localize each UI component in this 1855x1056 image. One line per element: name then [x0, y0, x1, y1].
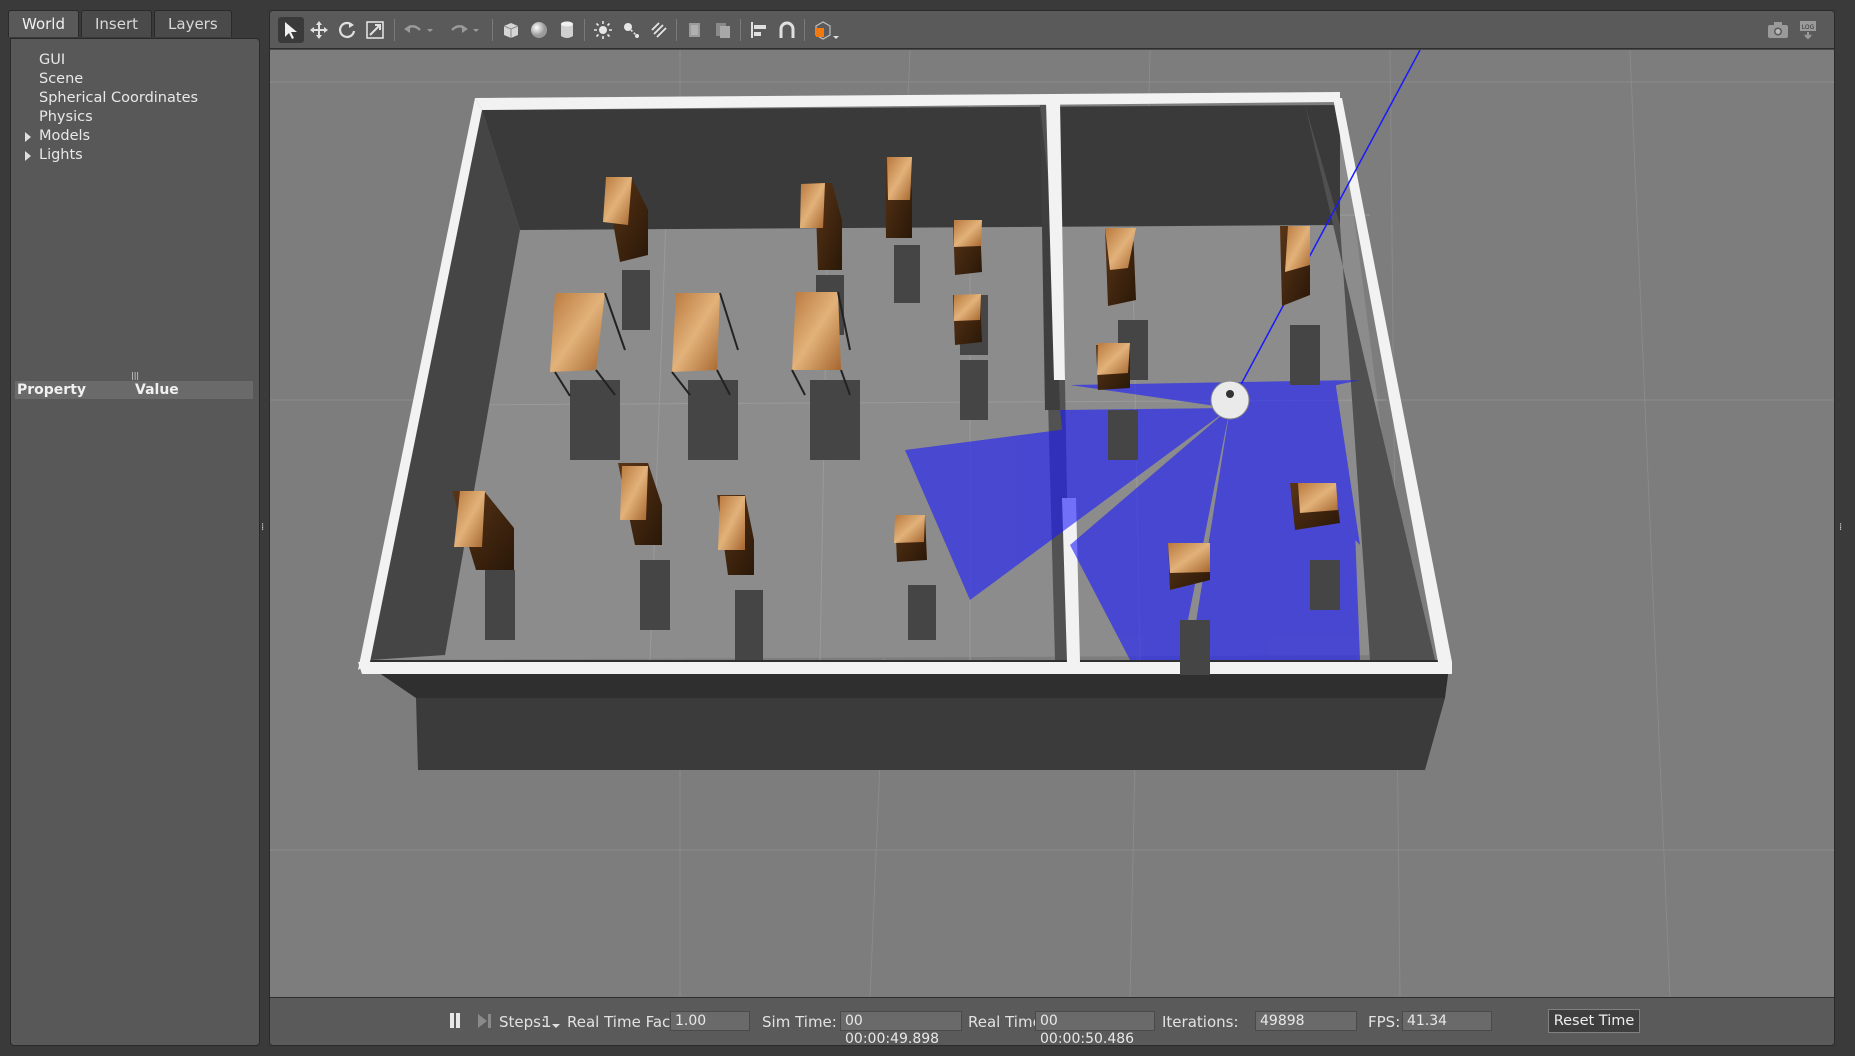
- robot[interactable]: [1210, 380, 1250, 420]
- wall-south-side: [416, 698, 1445, 770]
- tree-item-label: Scene: [39, 71, 84, 87]
- tree-item-physics[interactable]: Physics: [21, 108, 198, 127]
- tree-item-models[interactable]: Models: [21, 127, 198, 146]
- left-collapse-handle[interactable]: ⁞: [261, 522, 265, 533]
- pause-icon[interactable]: [448, 1012, 462, 1030]
- toolbar: LOG: [270, 11, 1834, 49]
- iterations-label: Iterations:: [1162, 1013, 1239, 1031]
- sim-time-field: 00 00:00:49.898: [840, 1011, 962, 1045]
- iterations-field: 49898: [1255, 1011, 1357, 1031]
- tree-item-scene[interactable]: Scene: [21, 70, 198, 89]
- steps-dropdown-icon[interactable]: [552, 1023, 560, 1029]
- left-panel: World Insert Layers GUI Scene Spherical …: [8, 10, 260, 1046]
- tree-item-gui[interactable]: GUI: [21, 51, 198, 70]
- align-icon[interactable]: [746, 17, 772, 43]
- redo-history-icon[interactable]: [468, 17, 484, 43]
- cylinder-icon[interactable]: [554, 17, 580, 43]
- steps-label: Steps:: [499, 1013, 547, 1031]
- tree-item-lights[interactable]: Lights: [21, 146, 198, 165]
- snap-icon[interactable]: [774, 17, 800, 43]
- toolbar-separator: [740, 19, 741, 41]
- world-panel: GUI Scene Spherical Coordinates Physics …: [10, 38, 260, 1046]
- tree-item-label: Lights: [39, 147, 83, 163]
- step-icon[interactable]: [476, 1012, 492, 1030]
- undo-history-icon[interactable]: [422, 17, 438, 43]
- toolbar-separator: [492, 19, 493, 41]
- scene-render: [270, 49, 1834, 999]
- tab-world[interactable]: World: [8, 10, 79, 37]
- real-time-field: 00 00:00:50.486: [1035, 1011, 1155, 1045]
- sim-control-bar: Steps: 1 Real Time Factor: 1.00 Sim Time…: [270, 997, 1834, 1045]
- property-column-header: Property: [17, 382, 87, 398]
- screenshot-icon[interactable]: [1765, 17, 1791, 43]
- box-icon[interactable]: [498, 17, 524, 43]
- toolbar-separator: [394, 19, 395, 41]
- rotate-icon[interactable]: [334, 17, 360, 43]
- log-icon[interactable]: LOG: [1795, 17, 1821, 43]
- fps-label: FPS:: [1368, 1013, 1401, 1031]
- toolbar-separator: [584, 19, 585, 41]
- robot-lidar: [1226, 390, 1234, 398]
- translate-icon[interactable]: [306, 17, 332, 43]
- toolbar-separator: [804, 19, 805, 41]
- rtf-field: 1.00: [670, 1011, 750, 1031]
- spot-light-icon[interactable]: [618, 17, 644, 43]
- panel-tabs: World Insert Layers: [8, 10, 234, 38]
- 3d-viewport[interactable]: [270, 49, 1834, 999]
- sim-time-label: Sim Time:: [762, 1013, 837, 1031]
- gazebo-window: World Insert Layers GUI Scene Spherical …: [0, 0, 1855, 1056]
- steps-value[interactable]: 1: [542, 1012, 552, 1032]
- view-angle-icon[interactable]: [810, 17, 842, 43]
- expand-arrow-icon[interactable]: [25, 151, 31, 161]
- render-panel: LOG Steps: 1 Real Time Factor: 1.00 Sim …: [269, 10, 1835, 1046]
- right-collapse-handle[interactable]: ⁞: [1839, 522, 1843, 533]
- scale-icon[interactable]: [362, 17, 388, 43]
- tree-item-label: Spherical Coordinates: [39, 90, 199, 106]
- directional-light-icon[interactable]: [646, 17, 672, 43]
- tree-item-label: Models: [39, 128, 91, 144]
- svg-text:LOG: LOG: [1802, 24, 1815, 31]
- tree-item-spherical-coordinates[interactable]: Spherical Coordinates: [21, 89, 198, 108]
- copy-icon[interactable]: [682, 17, 708, 43]
- toolbar-separator: [676, 19, 677, 41]
- property-table-header: Property Value: [15, 381, 253, 399]
- sphere-icon[interactable]: [526, 17, 552, 43]
- select-icon[interactable]: [278, 17, 304, 43]
- tree-item-label: Physics: [39, 109, 93, 125]
- tab-layers[interactable]: Layers: [154, 10, 232, 37]
- expand-arrow-icon[interactable]: [25, 132, 31, 142]
- tree-item-label: GUI: [39, 52, 66, 68]
- fps-field: 41.34: [1402, 1011, 1492, 1031]
- reset-time-button[interactable]: Reset Time: [1548, 1009, 1640, 1033]
- world-tree: GUI Scene Spherical Coordinates Physics …: [21, 51, 198, 165]
- tab-insert[interactable]: Insert: [81, 10, 153, 37]
- paste-icon[interactable]: [710, 17, 736, 43]
- value-column-header: Value: [135, 382, 179, 398]
- splitter-handle[interactable]: |||: [131, 372, 141, 380]
- point-light-icon[interactable]: [590, 17, 616, 43]
